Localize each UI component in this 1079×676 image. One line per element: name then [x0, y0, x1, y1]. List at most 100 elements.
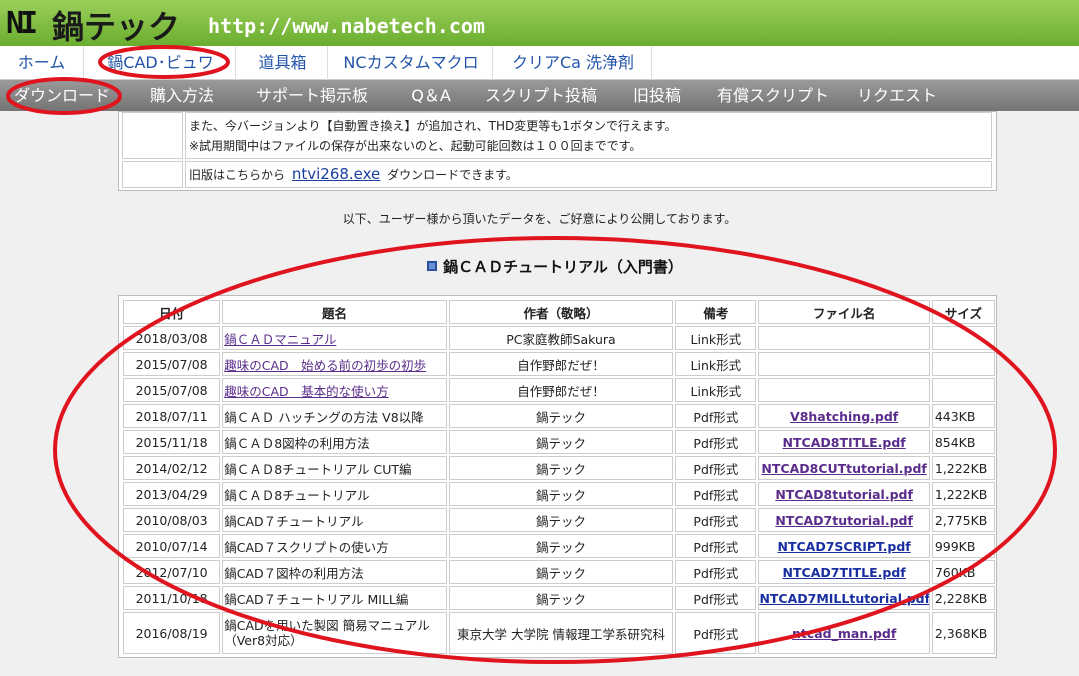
- nav-qa[interactable]: Q＆A: [396, 80, 466, 111]
- cell-date: 2018/03/08: [123, 326, 221, 350]
- section-title-text: 鍋ＣＡＤチュートリアル（入門書）: [443, 258, 683, 276]
- info-text-cell: また、今バージョンより【自動置き換え】が追加され、THD変更等も1ボタンで行えま…: [185, 112, 992, 159]
- tutorial-table: 日付 題名 作者（敬略） 備考 ファイル名 サイズ 2018/03/08 鍋ＣＡＤ…: [121, 298, 997, 656]
- table-row: 2018/07/11 鍋ＣＡＤ ハッチングの方法 V8以降 鍋テック Pdf形式 V8h…: [123, 404, 995, 428]
- pdf-file-link[interactable]: NTCAD8TITLE.pdf: [783, 435, 906, 450]
- cell-note: Pdf形式: [675, 560, 757, 584]
- pdf-file-link[interactable]: NTCAD7TITLE.pdf: [783, 565, 906, 580]
- pdf-file-link[interactable]: NTCAD7MILLtutorial.pdf: [759, 591, 928, 606]
- cell-filename: V8hatching.pdf: [758, 404, 930, 428]
- nav-nabecad-viewer[interactable]: 鍋CAD･ビュワ: [86, 46, 236, 80]
- cell-date: 2013/04/29: [123, 482, 221, 506]
- cell-title: 鍋ＣＡＤ8図枠の利用方法: [222, 430, 447, 454]
- square-bullet-icon: [427, 261, 438, 271]
- pdf-file-link[interactable]: NTCAD8CUTtutorial.pdf: [761, 461, 926, 476]
- cell-note: Pdf形式: [675, 404, 757, 428]
- old-version-suffix: ダウンロードできます。: [387, 168, 518, 182]
- table-row: 2011/10/18 鍋CAD７チュートリアル MILL編 鍋テック Pdf形式 NTC…: [123, 586, 995, 610]
- header-title: 題名: [222, 300, 447, 324]
- cell-title: 鍋CADを用いた製図 簡易マニュアル（Ver8対応）: [222, 612, 447, 654]
- info-label-cell: [122, 112, 183, 159]
- cell-date: 2015/07/08: [123, 352, 221, 376]
- cell-author: 自作野郎だぜ！: [448, 378, 674, 402]
- section-title: 鍋ＣＡＤチュートリアル（入門書）: [0, 256, 1079, 277]
- cell-note: Pdf形式: [675, 586, 757, 610]
- pdf-file-link[interactable]: ntcad_man.pdf: [792, 626, 896, 641]
- cell-size: 999KB: [931, 534, 995, 558]
- cell-author: 鍋テック: [448, 534, 674, 558]
- tutorial-link[interactable]: 趣味のCAD 始める前の初歩の初歩: [224, 358, 426, 373]
- pdf-file-link[interactable]: V8hatching.pdf: [790, 409, 898, 424]
- header-note: 備考: [675, 300, 757, 324]
- site-url: http://www.nabetech.com: [208, 14, 485, 38]
- table-row: 2016/08/19 鍋CADを用いた製図 簡易マニュアル（Ver8対応） 東京大学…: [123, 612, 995, 654]
- nav-clear-ca[interactable]: クリアCa 洗浄剤: [495, 46, 652, 80]
- cell-note: Pdf形式: [675, 482, 757, 506]
- cell-filename: NTCAD7MILLtutorial.pdf: [758, 586, 930, 610]
- nav-toolbox[interactable]: 道具箱: [238, 46, 328, 80]
- pdf-file-link[interactable]: NTCAD8tutorial.pdf: [775, 487, 913, 502]
- pdf-file-link[interactable]: NTCAD7tutorial.pdf: [775, 513, 913, 528]
- logo-icon[interactable]: NI: [6, 6, 38, 41]
- nav-download[interactable]: ダウンロード: [6, 80, 118, 111]
- nav-paid-scripts[interactable]: 有償スクリプト: [712, 80, 834, 111]
- cell-title: 鍋ＣＡＤマニュアル: [222, 326, 447, 350]
- cell-title: 鍋CAD７チュートリアル: [222, 508, 447, 532]
- cell-author: 鍋テック: [448, 560, 674, 584]
- pdf-file-link[interactable]: NTCAD7SCRIPT.pdf: [778, 539, 911, 554]
- nav-nc-custom-macro[interactable]: NCカスタムマクロ: [330, 46, 493, 80]
- nav-purchase[interactable]: 購入方法: [136, 80, 228, 111]
- cell-title: 趣味のCAD 始める前の初歩の初歩: [222, 352, 447, 376]
- nav-support-board[interactable]: サポート掲示板: [246, 80, 378, 111]
- table-row: 2010/07/14 鍋CAD７スクリプトの使い方 鍋テック Pdf形式 NTCAD7S…: [123, 534, 995, 558]
- nav-old-posts[interactable]: 旧投稿: [620, 80, 694, 111]
- nav-script-post[interactable]: スクリプト投稿: [480, 80, 602, 111]
- cell-date: 2012/07/10: [123, 560, 221, 584]
- cell-title: 鍋CAD７スクリプトの使い方: [222, 534, 447, 558]
- cell-note: Link形式: [675, 378, 757, 402]
- tutorial-link[interactable]: 鍋ＣＡＤマニュアル: [224, 332, 336, 347]
- cell-filename: NTCAD8tutorial.pdf: [758, 482, 930, 506]
- cell-size: 1,222KB: [931, 482, 995, 506]
- cell-author: 自作野郎だぜ！: [448, 352, 674, 376]
- cell-filename: [758, 326, 930, 350]
- cell-author: 鍋テック: [448, 430, 674, 454]
- table-row: 2013/04/29 鍋ＣＡＤ8チュートリアル 鍋テック Pdf形式 NTCAD8tut…: [123, 482, 995, 506]
- cell-author: 鍋テック: [448, 404, 674, 428]
- user-data-notice: 以下、ユーザー様から頂いたデータを、ご好意により公開しております。: [342, 212, 737, 226]
- info-line-1: また、今バージョンより【自動置き換え】が追加され、THD変更等も1ボタンで行えま…: [189, 119, 677, 133]
- cell-author: 鍋テック: [448, 508, 674, 532]
- cell-size: 854KB: [931, 430, 995, 454]
- cell-date: 2010/08/03: [123, 508, 221, 532]
- cell-date: 2018/07/11: [123, 404, 221, 428]
- cell-title: 鍋ＣＡＤ ハッチングの方法 V8以降: [222, 404, 447, 428]
- old-version-link[interactable]: ntvi268.exe: [292, 165, 380, 183]
- cell-date: 2014/02/12: [123, 456, 221, 480]
- table-row: 2014/02/12 鍋ＣＡＤ8チュートリアル CUT編 鍋テック Pdf形式 NTCA…: [123, 456, 995, 480]
- cell-filename: NTCAD7TITLE.pdf: [758, 560, 930, 584]
- cell-size: 443KB: [931, 404, 995, 428]
- cell-note: Pdf形式: [675, 534, 757, 558]
- cell-title: 鍋CAD７チュートリアル MILL編: [222, 586, 447, 610]
- cell-date: 2015/07/08: [123, 378, 221, 402]
- secondary-nav: ダウンロード 購入方法 サポート掲示板 Q＆A スクリプト投稿 旧投稿 有償スク…: [0, 80, 1079, 111]
- table-row: 2015/07/08 趣味のCAD 基本的な使い方 自作野郎だぜ！ Link形式: [123, 378, 995, 402]
- table-header-row: 日付 題名 作者（敬略） 備考 ファイル名 サイズ: [123, 300, 995, 324]
- cell-size: [931, 378, 995, 402]
- nav-request[interactable]: リクエスト: [852, 80, 942, 111]
- cell-date: 2010/07/14: [123, 534, 221, 558]
- tutorial-link[interactable]: 趣味のCAD 基本的な使い方: [224, 384, 388, 399]
- table-row: 2012/07/10 鍋CAD７図枠の利用方法 鍋テック Pdf形式 NTCAD7TIT…: [123, 560, 995, 584]
- cell-note: Link形式: [675, 352, 757, 376]
- cell-author: 鍋テック: [448, 586, 674, 610]
- cell-note: Link形式: [675, 326, 757, 350]
- cell-date: 2015/11/18: [123, 430, 221, 454]
- header-author: 作者（敬略）: [448, 300, 674, 324]
- cell-title: 鍋ＣＡＤ8チュートリアル CUT編: [222, 456, 447, 480]
- cell-filename: ntcad_man.pdf: [758, 612, 930, 654]
- tutorial-table-box: 日付 題名 作者（敬略） 備考 ファイル名 サイズ 2018/03/08 鍋ＣＡＤ…: [118, 295, 997, 658]
- cell-author: 鍋テック: [448, 482, 674, 506]
- site-name[interactable]: 鍋テック: [52, 2, 180, 48]
- cell-filename: NTCAD8TITLE.pdf: [758, 430, 930, 454]
- nav-home[interactable]: ホーム: [0, 46, 84, 80]
